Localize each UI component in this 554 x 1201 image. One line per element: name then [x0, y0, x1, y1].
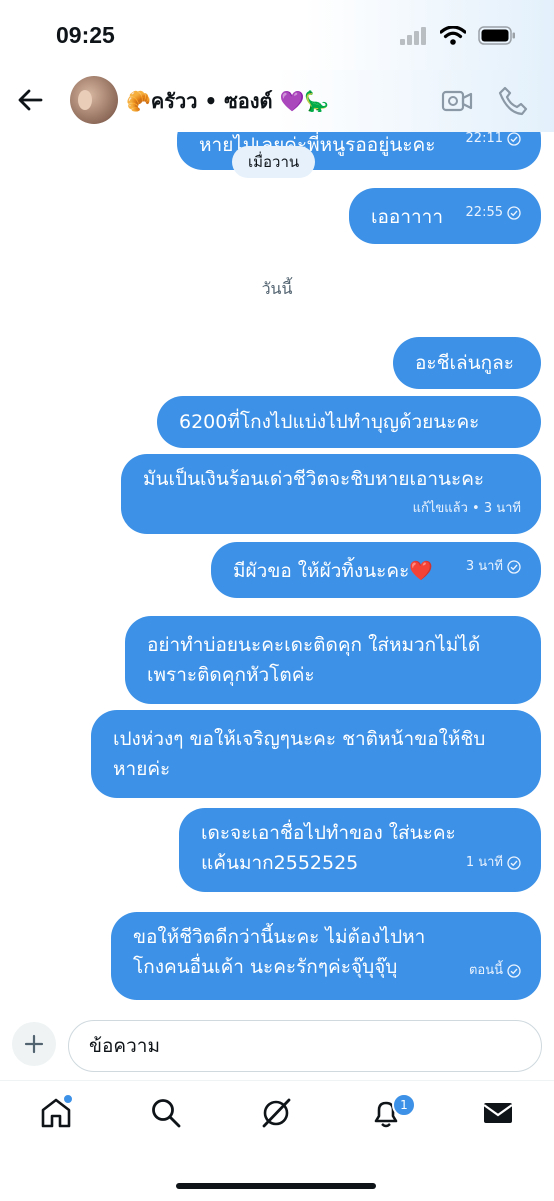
- message-bubble[interactable]: อย่าทำบ่อยนะคะเดะติดคุก ใส่หมวกไม่ได้เพร…: [125, 616, 541, 704]
- avatar[interactable]: [70, 76, 118, 124]
- battery-icon: [478, 26, 515, 45]
- check-icon: [507, 964, 521, 978]
- message-text: ขอให้ชีวิตดีกว่านี้นะคะ ไม่ต้องไปหา โกงค…: [133, 926, 426, 978]
- plus-icon: [24, 1034, 44, 1054]
- message-time: ตอนนี้: [469, 956, 521, 986]
- message-bubble[interactable]: มันเป็นเงินร้อนเด่วชีวิตจะชิบหายเอานะคะ …: [121, 454, 541, 534]
- check-icon: [507, 560, 521, 574]
- status-bar: 09:25: [0, 0, 554, 70]
- system-icons: [400, 26, 516, 45]
- home-unread-dot: [62, 1093, 74, 1105]
- message-time: 3 นาที: [466, 552, 521, 582]
- chat-title[interactable]: 🥐ครัวว • ซองต์ 💜🦕: [126, 85, 329, 117]
- message-text: เปงห่วงๆ ขอให้เจริญๆนะคะ ชาติหน้าขอให้ชิ…: [113, 728, 486, 780]
- clock: 09:25: [56, 22, 115, 48]
- message-bubble[interactable]: เดะจะเอาชื่อไปทำของ ใส่นะคะ แค้นมาก25525…: [179, 808, 541, 892]
- search-icon[interactable]: [148, 1095, 184, 1131]
- message-bubble[interactable]: มีผัวขอ ให้ผัวทิ้งนะคะ❤️ 3 นาที: [211, 542, 541, 598]
- tab-bar: 1: [0, 1080, 554, 1201]
- wifi-icon: [440, 26, 466, 45]
- notifications-badge: 1: [392, 1093, 416, 1117]
- home-indicator: [176, 1183, 376, 1189]
- message-list[interactable]: หายไปเลยค่ะพี่หนูรออยู่นะคะ 22:11 เมื่อว…: [0, 132, 554, 1010]
- message-bubble[interactable]: ขอให้ชีวิตดีกว่านี้นะคะ ไม่ต้องไปหา โกงค…: [111, 912, 541, 1000]
- composer: ข้อความ: [0, 1010, 554, 1080]
- back-arrow-icon[interactable]: [14, 84, 46, 116]
- message-text: มันเป็นเงินร้อนเด่วชีวิตจะชิบหายเอานะคะ: [143, 468, 485, 490]
- message-text: เดะจะเอาชื่อไปทำของ ใส่นะคะ แค้นมาก25525…: [201, 822, 456, 874]
- message-time: แก้ไขแล้ว • 3 นาที: [412, 501, 521, 516]
- check-icon: [507, 132, 521, 146]
- chat-header: 🥐ครัวว • ซองต์ 💜🦕: [0, 70, 554, 132]
- message-time: 1 นาที: [466, 848, 521, 878]
- message-time: 22:55: [466, 198, 521, 228]
- grok-icon[interactable]: [258, 1095, 294, 1131]
- message-bubble[interactable]: 6200ที่โกงไปแบ่งไปทำบุญด้วยนะคะ: [157, 396, 541, 448]
- phone-icon[interactable]: [496, 84, 530, 118]
- mail-icon[interactable]: [480, 1095, 516, 1131]
- message-bubble[interactable]: เออาาาา 22:55: [349, 188, 541, 244]
- message-text: อย่าทำบ่อยนะคะเดะติดคุก ใส่หมวกไม่ได้เพร…: [147, 634, 481, 686]
- message-time: 22:11: [466, 132, 521, 154]
- add-attachment-button[interactable]: [12, 1022, 56, 1066]
- check-icon: [507, 206, 521, 220]
- message-input[interactable]: ข้อความ: [68, 1020, 542, 1072]
- message-text: อะชีเล่นกูละ: [415, 352, 514, 374]
- signal-icon: [400, 26, 426, 45]
- check-icon: [507, 856, 521, 870]
- day-separator-today: วันนี้: [261, 279, 293, 298]
- video-call-icon[interactable]: [440, 84, 474, 118]
- day-separator-yesterday: เมื่อวาน: [232, 146, 316, 178]
- message-text: 6200ที่โกงไปแบ่งไปทำบุญด้วยนะคะ: [179, 411, 480, 433]
- message-bubble[interactable]: อะชีเล่นกูละ: [393, 337, 541, 389]
- message-bubble[interactable]: เปงห่วงๆ ขอให้เจริญๆนะคะ ชาติหน้าขอให้ชิ…: [91, 710, 541, 798]
